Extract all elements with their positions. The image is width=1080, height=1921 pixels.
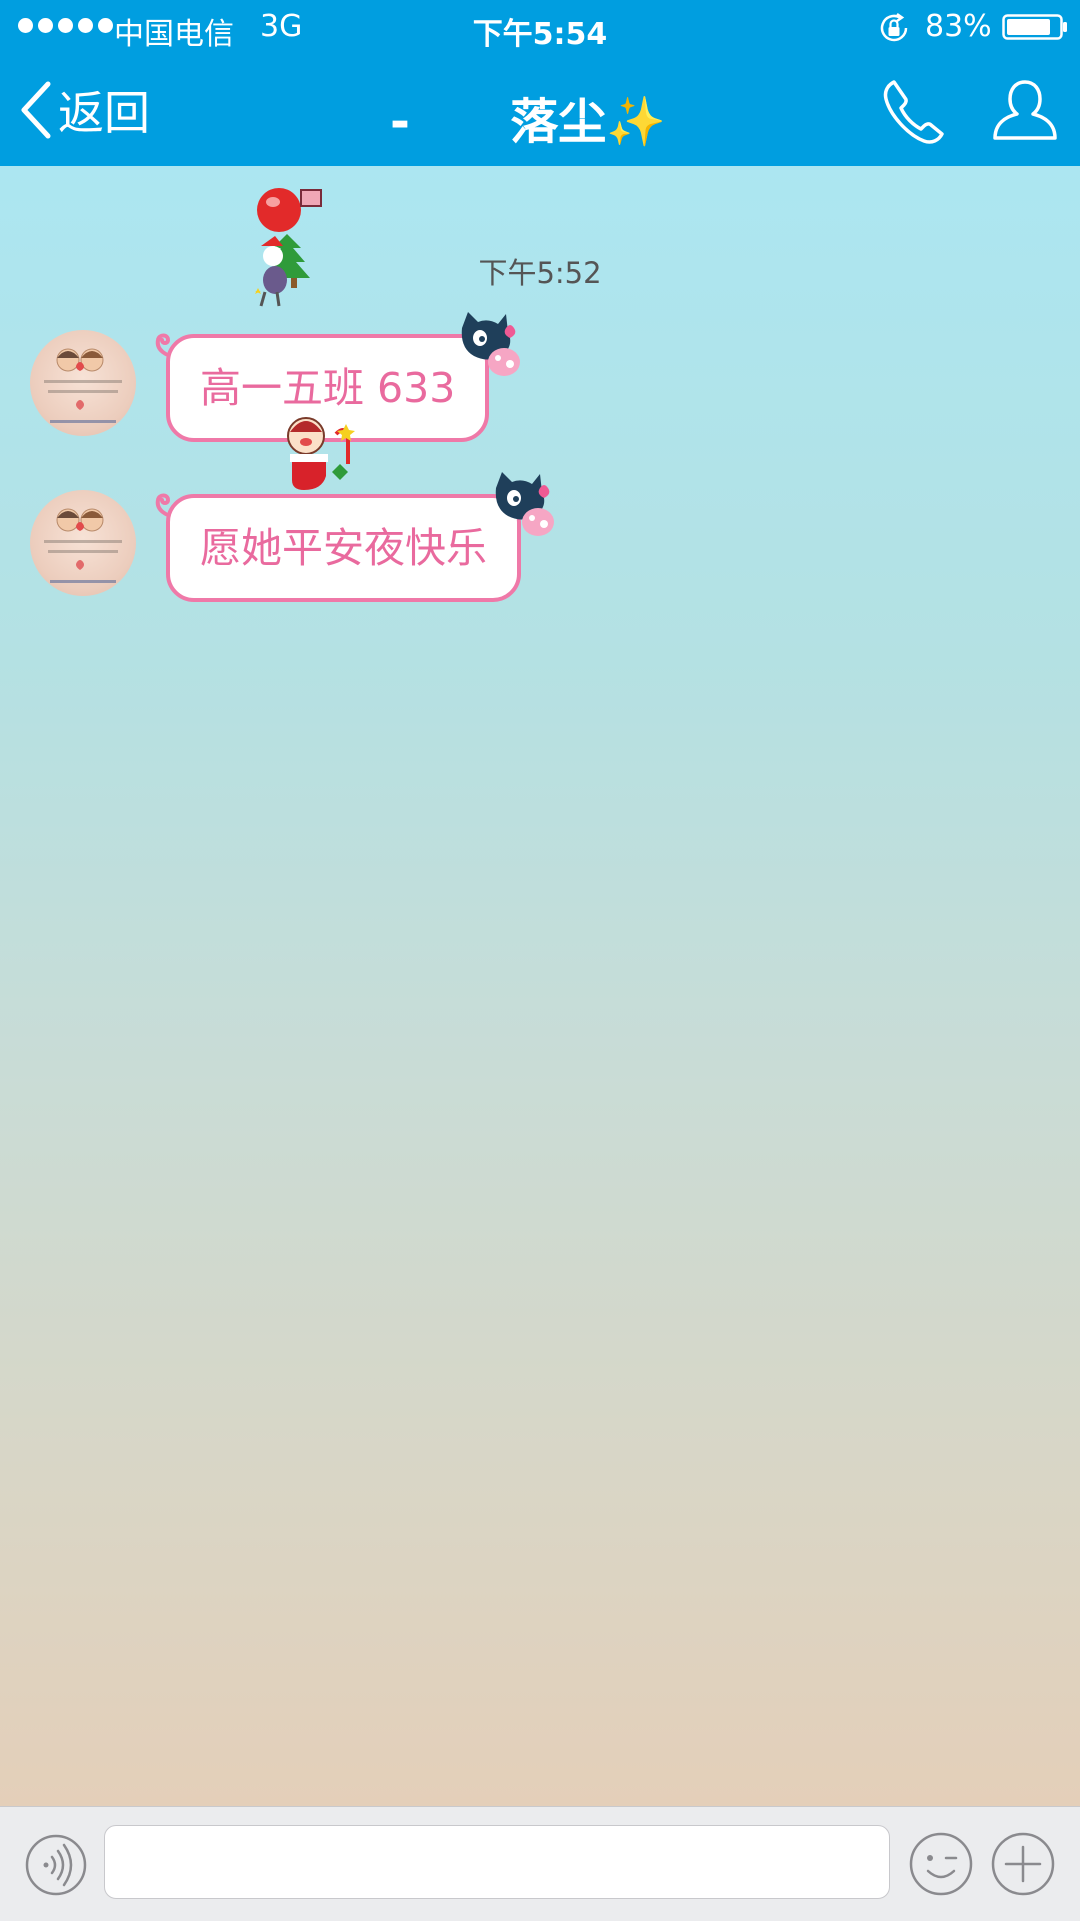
message-input[interactable] <box>104 1825 890 1899</box>
status-bar: 中国电信 3G 下午5:54 83% <box>0 0 1080 54</box>
battery-percent: 83% <box>925 9 992 44</box>
nav-bar: 返回 - 落尘✨ <box>0 54 1080 166</box>
message-bubble[interactable]: 愿她平安夜快乐 <box>166 494 521 602</box>
back-label: 返回 <box>58 86 150 140</box>
chat-area[interactable]: 下午5:52 高一五班 633 愿她平安夜快乐 <box>0 166 1080 1806</box>
profile-icon[interactable] <box>990 76 1060 146</box>
orientation-lock-icon <box>880 12 908 42</box>
message-text: 高一五班 633 <box>200 364 456 412</box>
battery-icon <box>1002 14 1067 40</box>
input-bar <box>0 1806 1080 1921</box>
avatar-illustration-icon <box>44 508 122 583</box>
plus-icon[interactable] <box>990 1831 1056 1897</box>
status-time: 下午5:54 <box>472 17 608 52</box>
message-timestamp: 下午5:52 <box>478 256 602 290</box>
avatar-illustration-icon <box>44 348 122 423</box>
avatar[interactable] <box>30 490 136 596</box>
cat-bubble-decoration-icon <box>461 312 520 376</box>
voice-icon[interactable] <box>24 1833 88 1897</box>
chat-title: - 落尘✨ <box>390 94 666 150</box>
christmas-stocking-sticker-icon <box>287 417 355 490</box>
message-text: 愿她平安夜快乐 <box>200 524 487 572</box>
phone-icon[interactable] <box>880 76 950 146</box>
back-button[interactable]: 返回 <box>18 76 150 144</box>
cat-bubble-decoration-icon <box>495 472 554 536</box>
chevron-left-icon <box>21 81 51 139</box>
avatar[interactable] <box>30 330 136 436</box>
emoji-icon[interactable] <box>908 1831 974 1897</box>
